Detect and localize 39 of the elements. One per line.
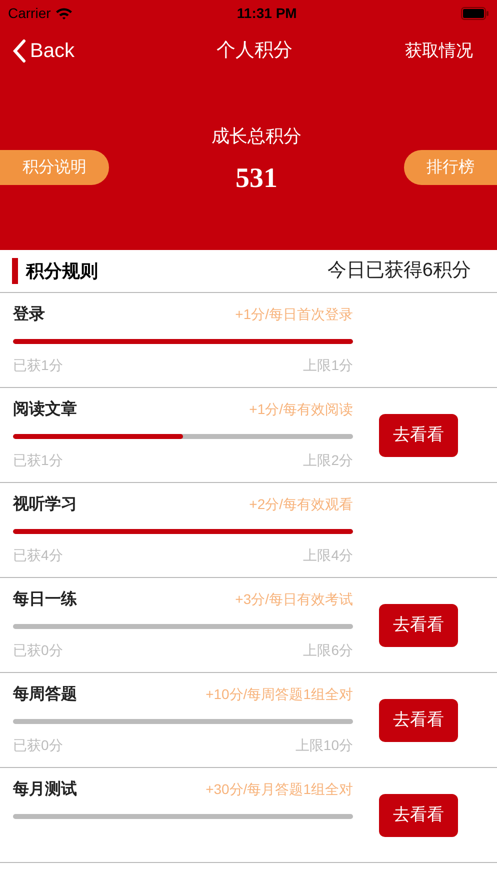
earned-points: 已获0分 — [13, 641, 63, 660]
chevron-left-icon — [12, 39, 26, 63]
points-limit: 上限2分 — [303, 451, 353, 470]
go-view-button[interactable]: 去看看 — [379, 698, 458, 742]
points-limit: 上限4分 — [303, 546, 353, 565]
points-limit: 上限10分 — [295, 736, 353, 755]
task-rule: +1分/每有效阅读 — [249, 400, 353, 419]
earning-details-link[interactable]: 获取情况 — [405, 38, 473, 64]
points-limit: 上限1分 — [303, 356, 353, 375]
carrier-label: Carrier — [8, 4, 51, 22]
section-title: 积分规则 — [26, 260, 98, 282]
task-name: 登录 — [13, 304, 45, 324]
task-rule: +10分/每周答题1组全对 — [206, 685, 353, 704]
clock-label: 11:31 PM — [236, 4, 297, 22]
task-name: 每日一练 — [13, 590, 77, 610]
back-button[interactable]: Back — [12, 36, 74, 66]
total-points-value: 531 — [236, 162, 278, 196]
task-name: 视听学习 — [13, 494, 77, 514]
task-rule: +3分/每日有效考试 — [235, 590, 353, 609]
go-view-button[interactable]: 去看看 — [379, 604, 458, 646]
page-title: 个人积分 — [216, 38, 293, 63]
earned-points: 已获0分 — [13, 736, 63, 755]
today-points-label: 今日已获得6积分 — [327, 258, 471, 283]
task-rule: +2分/每有效观看 — [249, 495, 353, 514]
task-name: 每周答题 — [13, 684, 77, 704]
task-rule: +1分/每日首次登录 — [235, 305, 353, 324]
battery-icon — [461, 6, 489, 20]
earned-points: 已获4分 — [13, 546, 63, 565]
task-name: 阅读文章 — [13, 399, 77, 420]
points-limit: 上限6分 — [303, 641, 353, 660]
earned-points: 已获1分 — [13, 451, 63, 470]
total-points-label: 成长总积分 — [212, 125, 302, 148]
go-view-button[interactable]: 去看看 — [379, 414, 458, 456]
go-view-button[interactable]: 去看看 — [379, 794, 458, 836]
earned-points: 已获1分 — [13, 356, 63, 375]
section-marker — [12, 258, 18, 284]
task-rule: +30分/每月答题1组全对 — [206, 780, 353, 799]
wifi-icon — [54, 6, 73, 20]
task-name: 每月测试 — [13, 780, 77, 800]
